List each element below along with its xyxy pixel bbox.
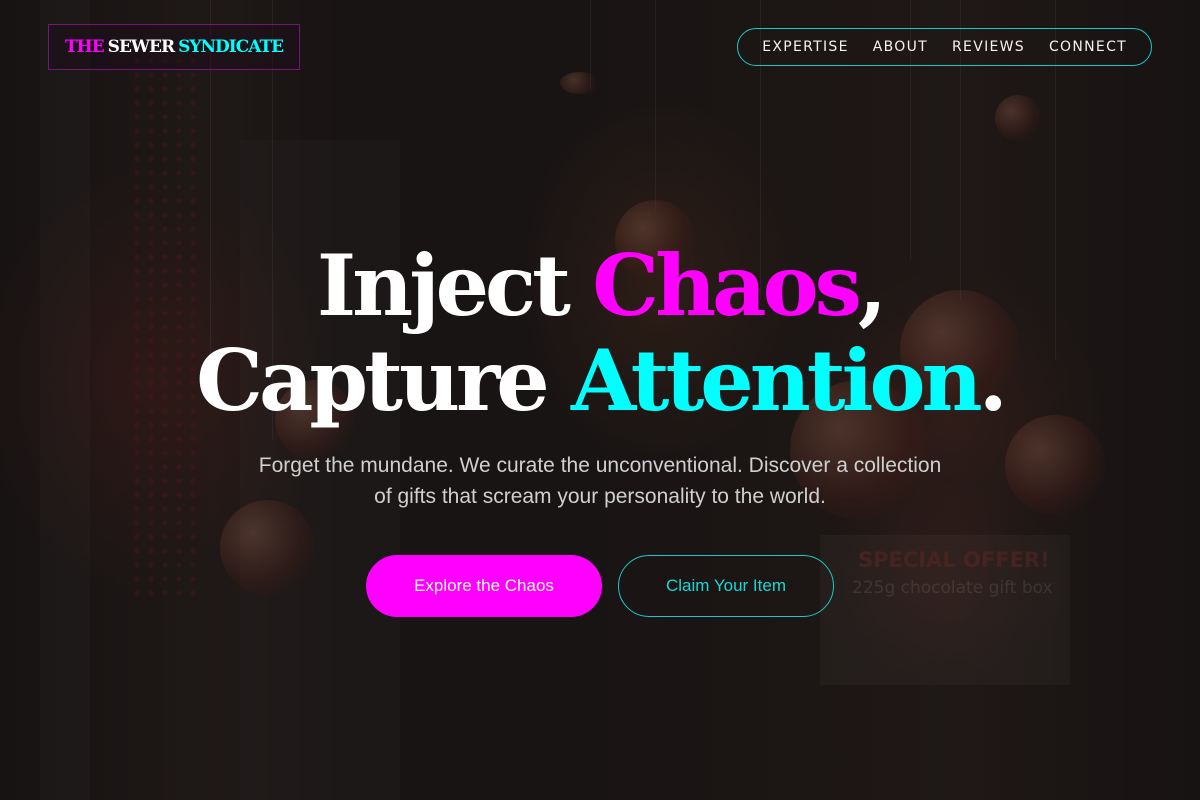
nav-link-reviews[interactable]: REVIEWS [952,39,1025,55]
hero-subtitle: Forget the mundane. We curate the unconv… [258,454,942,508]
nav-link-connect[interactable]: CONNECT [1049,39,1127,55]
brand-word-the: THE [65,37,105,57]
headline-period: . [978,331,1008,430]
headline-word-inject: Inject [316,236,571,335]
brand-word-sewer: SEWER [107,37,175,57]
hero-content: Inject Chaos, Capture Attention. Forget … [0,238,1200,617]
brand-word-syndicate: SYNDICATE [178,37,284,57]
headline-line-1: Inject Chaos, [316,236,887,335]
hero-cta-group: Explore the Chaos Claim Your Item [0,555,1200,617]
claim-your-item-button[interactable]: Claim Your Item [618,555,834,617]
headline-line-2: Capture Attention. [196,331,1008,430]
headline-word-chaos: Chaos [592,236,862,335]
headline-word-attention: Attention [570,331,983,430]
headline-word-capture: Capture [196,331,550,430]
explore-the-chaos-button[interactable]: Explore the Chaos [366,555,602,617]
nav-link-expertise[interactable]: EXPERTISE [762,39,849,55]
site-header: THE SEWER SYNDICATE EXPERTISE ABOUT REVI… [48,24,1152,70]
main-nav: EXPERTISE ABOUT REVIEWS CONNECT [737,28,1152,66]
nav-link-about[interactable]: ABOUT [873,39,928,55]
hero-headline: Inject Chaos, Capture Attention. [0,238,1200,428]
headline-comma: , [857,236,887,335]
brand-logo[interactable]: THE SEWER SYNDICATE [48,24,301,70]
